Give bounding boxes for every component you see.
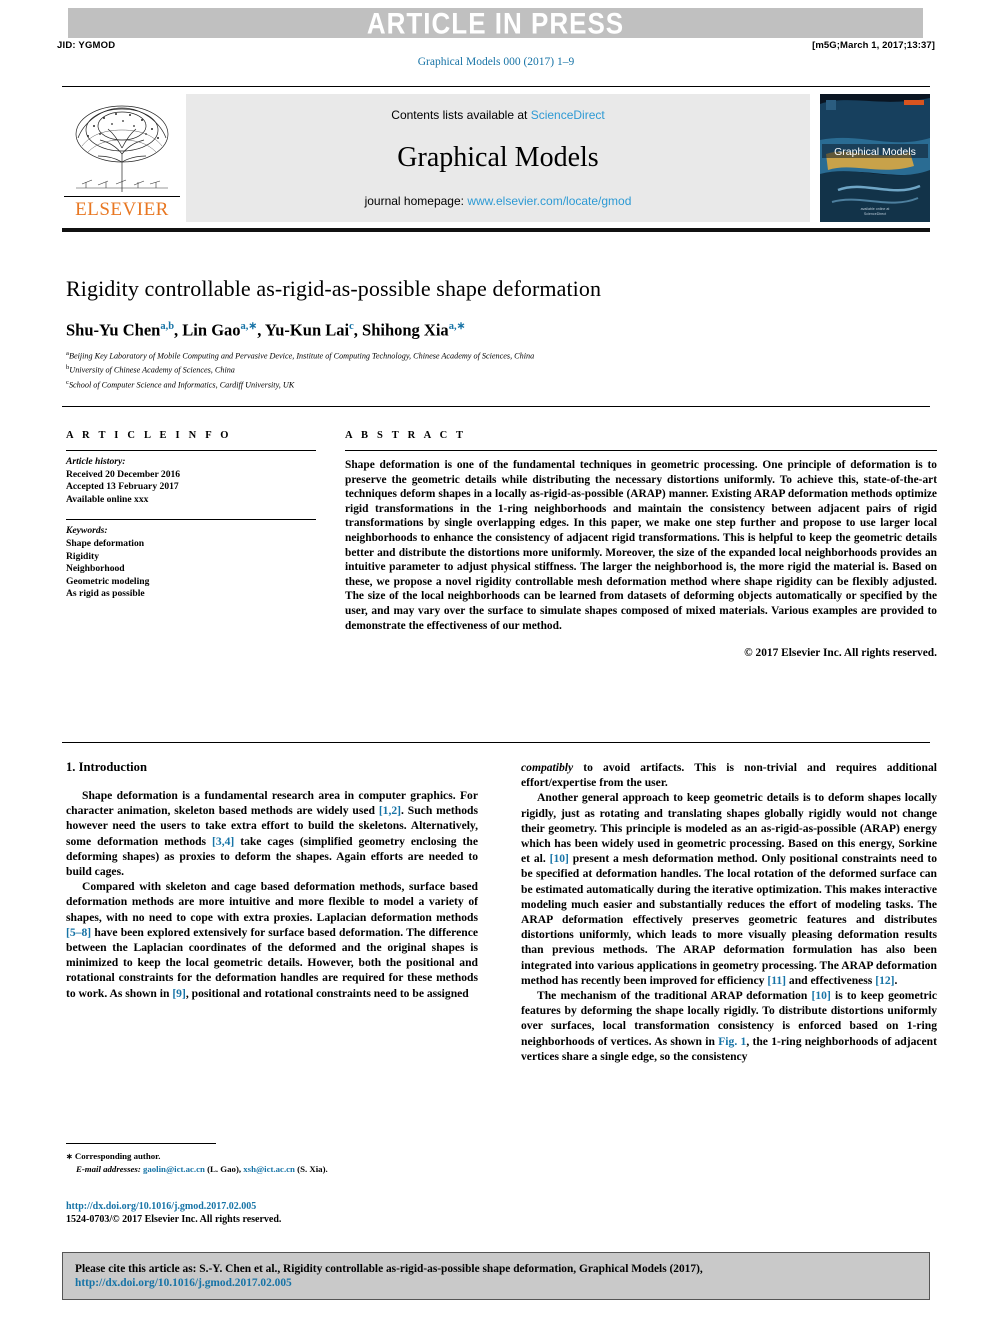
affiliation-a: aBeijing Key Laboratory of Mobile Comput… — [66, 348, 936, 362]
elsevier-wordmark: ELSEVIER — [64, 196, 180, 221]
journal-homepage-line: journal homepage: www.elsevier.com/locat… — [186, 194, 810, 208]
keywords-block: Keywords: Shape deformation Rigidity Nei… — [66, 525, 316, 601]
keyword-item: Rigidity — [66, 550, 100, 562]
footnote-block: ∗ Corresponding author. E-mail addresses… — [66, 1150, 478, 1175]
masthead: ELSEVIER Contents lists available at Sci… — [62, 90, 930, 225]
sciencedirect-link[interactable]: ScienceDirect — [531, 108, 605, 122]
affiliation-text: School of Computer Science and Informati… — [68, 380, 295, 390]
abstract-rule — [345, 450, 937, 451]
svg-text:available online at: available online at — [861, 207, 890, 211]
cover-artwork: Graphical Models available online at Sci… — [820, 94, 930, 222]
doi-block: http://dx.doi.org/10.1016/j.gmod.2017.02… — [66, 1200, 478, 1227]
affiliation-text: Beijing Key Laboratory of Mobile Computi… — [68, 351, 535, 361]
typesetter-stamp: [m5G;March 1, 2017;13:37] — [812, 40, 935, 51]
citation-footer-text: Please cite this article as: S.-Y. Chen … — [75, 1263, 703, 1275]
asterisk-icon: ∗ — [66, 1152, 73, 1161]
abstract-panel: A B S T R A C T Shape deformation is one… — [345, 430, 937, 659]
paper-page: ARTICLE IN PRESS JID: YGMOD [m5G;March 1… — [0, 0, 992, 1323]
abstract-copyright: © 2017 Elsevier Inc. All rights reserved… — [744, 647, 937, 660]
svg-text:Graphical Models: Graphical Models — [834, 146, 916, 158]
journal-homepage-link[interactable]: www.elsevier.com/locate/gmod — [467, 194, 631, 208]
doi-link[interactable]: http://dx.doi.org/10.1016/j.gmod.2017.02… — [66, 1200, 478, 1213]
corresponding-author-text: Corresponding author. — [74, 1151, 161, 1161]
email-addresses[interactable]: gaolin@ict.ac.cn (L. Gao), xsh@ict.ac.cn… — [143, 1164, 328, 1174]
journal-title: Graphical Models — [397, 142, 599, 173]
section-heading-introduction: 1. Introduction — [66, 760, 147, 774]
contents-prefix: Contents lists available at — [391, 108, 531, 122]
journal-citation-line: Graphical Models 000 (2017) 1–9 — [417, 56, 575, 68]
masthead-panel: Contents lists available at ScienceDirec… — [186, 94, 810, 222]
abstract-label: A B S T R A C T — [345, 430, 467, 441]
corresponding-author-note: ∗ Corresponding author. — [66, 1150, 478, 1163]
article-in-press-label: ARTICLE IN PRESS — [366, 5, 625, 41]
citation-footer-box: Please cite this article as: S.-Y. Chen … — [62, 1252, 930, 1300]
affiliation-c: cSchool of Computer Science and Informat… — [66, 377, 936, 391]
homepage-prefix: journal homepage: — [364, 194, 468, 208]
author-list: Shu-Yu Chena,b, Lin Gaoa,∗, Yu-Kun Laic,… — [66, 320, 466, 340]
journal-id-label: JID: YGMOD — [57, 40, 116, 51]
email-line: E-mail addresses: gaolin@ict.ac.cn (L. G… — [66, 1163, 478, 1175]
keywords-rule — [66, 519, 316, 521]
keyword-item: As rigid as possible — [66, 588, 145, 600]
article-history-block: Article history: Received 20 December 20… — [66, 456, 316, 506]
body-paragraph: Another general approach to keep geometr… — [521, 791, 937, 987]
journal-cover-thumbnail: Graphical Models available online at Sci… — [820, 94, 930, 222]
elsevier-tree-icon — [75, 105, 169, 192]
history-accepted: Accepted 13 February 2017 — [66, 481, 179, 493]
body-paragraph: compatibly to avoid artifacts. This is n… — [521, 761, 937, 790]
affiliation-text: University of Chinese Academy of Science… — [69, 366, 235, 376]
article-info-label: A R T I C L E I N F O — [66, 430, 232, 441]
issn-copyright-line: 1524-0703/© 2017 Elsevier Inc. All right… — [66, 1214, 282, 1226]
article-history-heading: Article history: — [66, 456, 126, 467]
history-available: Available online xxx — [66, 493, 149, 505]
keyword-item: Neighborhood — [66, 563, 125, 575]
body-column-left: 1. Introduction Shape deformation is a f… — [66, 760, 478, 1001]
body-column-right: compatibly to avoid artifacts. This is n… — [521, 760, 937, 1064]
body-paragraph: The mechanism of the traditional ARAP de… — [521, 989, 937, 1063]
page-title: Rigidity controllable as-rigid-as-possib… — [66, 276, 602, 301]
body-paragraph: Compared with skeleton and cage based de… — [66, 880, 478, 1000]
body-paragraph: Shape deformation is a fundamental resea… — [66, 789, 478, 879]
abstract-text: Shape deformation is one of the fundamen… — [345, 459, 937, 632]
affiliation-list: aBeijing Key Laboratory of Mobile Comput… — [66, 348, 936, 391]
body-top-rule — [62, 742, 930, 743]
masthead-bottom-rule — [62, 228, 930, 232]
keyword-item: Shape deformation — [66, 537, 145, 549]
svg-text:ScienceDirect: ScienceDirect — [864, 212, 886, 216]
info-section-top-rule — [62, 406, 930, 407]
history-received: Received 20 December 2016 — [66, 468, 181, 480]
contents-available-line: Contents lists available at ScienceDirec… — [186, 108, 810, 122]
email-label: E-mail addresses: — [76, 1164, 141, 1174]
keywords-heading: Keywords: — [66, 525, 108, 537]
article-info-panel: A R T I C L E I N F O Article history: R… — [66, 430, 316, 601]
masthead-top-rule — [62, 86, 930, 87]
footnote-rule — [66, 1143, 216, 1144]
article-info-rule — [66, 450, 316, 451]
citation-footer-link[interactable]: http://dx.doi.org/10.1016/j.gmod.2017.02… — [75, 1277, 917, 1289]
keyword-item: Geometric modeling — [66, 575, 150, 587]
elsevier-logo: ELSEVIER — [62, 90, 182, 225]
affiliation-b: bUniversity of Chinese Academy of Scienc… — [66, 362, 936, 376]
